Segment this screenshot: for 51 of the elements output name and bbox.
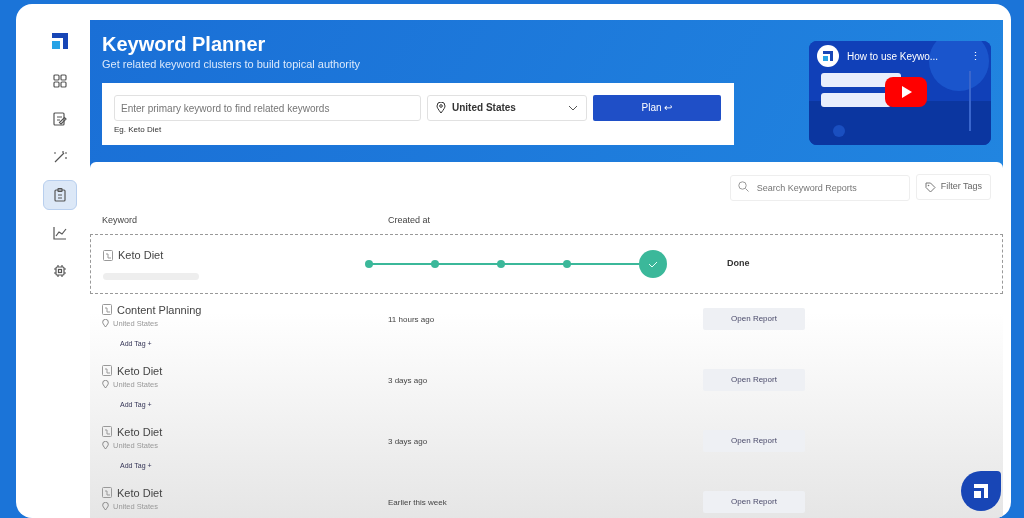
- chart-icon: [52, 225, 68, 241]
- keyword-name[interactable]: Content Planning: [102, 301, 388, 318]
- document-icon: [102, 304, 112, 316]
- clipboard-icon: [52, 187, 68, 203]
- document-icon: [102, 426, 112, 438]
- grid-icon: [52, 73, 68, 89]
- created-time: Earlier this week: [388, 496, 448, 509]
- chip-icon: [52, 263, 68, 279]
- play-icon[interactable]: [885, 77, 927, 107]
- location-pin-icon: [102, 441, 109, 451]
- keyword-field[interactable]: Enter primary keyword to find related keywords: [114, 95, 421, 121]
- hint-text: Eg. Keto Diet: [114, 124, 163, 136]
- open-report-button[interactable]: Open Report: [703, 307, 805, 330]
- plan-button[interactable]: Plan ↩: [593, 94, 721, 121]
- app-logo-icon[interactable]: [51, 32, 69, 50]
- filter-tags-button[interactable]: Filter Tags: [915, 174, 991, 200]
- keyword-name: Keto Diet: [103, 246, 369, 264]
- document-icon: [102, 365, 112, 377]
- open-report-button[interactable]: Open Report: [703, 490, 805, 513]
- keyword-name[interactable]: Keto Diet: [102, 362, 388, 379]
- location-pin-icon: [102, 380, 109, 390]
- logo-icon: [971, 481, 991, 501]
- column-header: Created at: [388, 214, 431, 227]
- open-report-button[interactable]: Open Report: [703, 368, 805, 391]
- edit-icon: [52, 111, 68, 127]
- location-pin-icon: [102, 319, 109, 329]
- location-pin-icon: [436, 101, 446, 114]
- country-dropdown[interactable]: United States: [427, 94, 587, 121]
- page-title: Keyword Planner: [102, 32, 267, 56]
- created-time: 3 days ago: [388, 374, 429, 387]
- sidebar-item[interactable]: [43, 180, 77, 210]
- search-field[interactable]: Search Keyword Reports: [729, 175, 910, 201]
- menu-icon[interactable]: ⋮: [970, 48, 981, 65]
- check-icon: [639, 249, 667, 278]
- location-pin-icon: [102, 502, 109, 512]
- document-icon: [102, 487, 112, 499]
- video-player[interactable]: How to use Keywo... ⋮: [809, 41, 991, 145]
- page-subtitle: Get related keyword clusters to build topical authority: [102, 57, 362, 72]
- channel-avatar-icon: [817, 45, 839, 67]
- created-time: 11 hours ago: [388, 313, 436, 326]
- video-title: How to use Keywo...: [847, 50, 939, 64]
- column-header: Keyword: [102, 214, 138, 227]
- wand-icon: [52, 149, 68, 165]
- tag-icon: [924, 181, 936, 193]
- chevron-down-icon: [568, 104, 578, 111]
- created-time: 3 days ago: [388, 435, 429, 448]
- document-icon: [103, 249, 113, 261]
- keyword-name[interactable]: Keto Diet: [102, 423, 388, 440]
- keyword-name[interactable]: Keto Diet: [102, 484, 388, 501]
- open-report-button[interactable]: Open Report: [703, 429, 805, 452]
- status-text: Done: [727, 256, 750, 270]
